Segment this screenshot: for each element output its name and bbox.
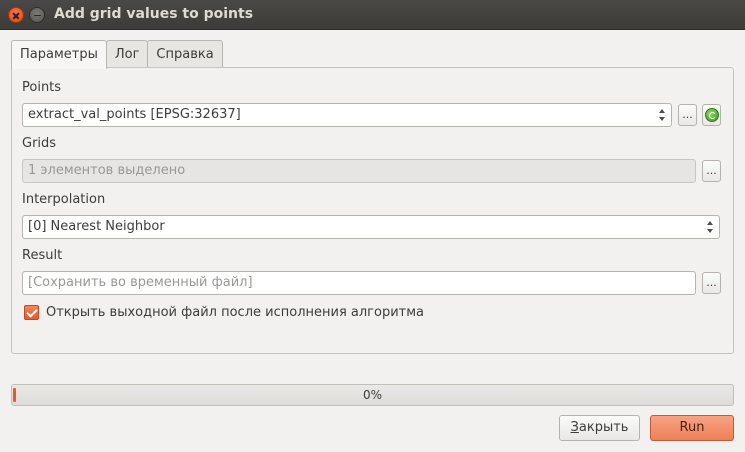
- grids-label: Grids: [22, 136, 57, 151]
- interpolation-combobox[interactable]: [0] Nearest Neighbor: [22, 215, 720, 239]
- combo-arrows-icon: [658, 108, 666, 122]
- tab-bar: Параметры Лог Справка: [11, 40, 223, 69]
- minimize-window-icon[interactable]: [29, 7, 45, 23]
- tab-parameters[interactable]: Параметры: [11, 40, 107, 69]
- iterate-button[interactable]: [702, 104, 721, 126]
- close-button-label: Закрыть: [570, 420, 629, 435]
- progress-text: 0%: [362, 388, 383, 402]
- run-button[interactable]: Run: [650, 415, 734, 441]
- grids-value: 1 элементов выделено: [28, 163, 186, 178]
- combo-arrows-icon: [706, 220, 714, 234]
- result-input[interactable]: [Сохранить во временный файл]: [22, 271, 696, 295]
- interpolation-value: [0] Nearest Neighbor: [28, 219, 165, 234]
- title-bar: Add grid values to points: [0, 0, 745, 30]
- points-label: Points: [22, 80, 62, 95]
- interpolation-label: Interpolation: [22, 192, 106, 207]
- window-title: Add grid values to points: [54, 6, 254, 22]
- tab-log[interactable]: Лог: [105, 40, 149, 68]
- grids-field: 1 элементов выделено: [22, 159, 696, 183]
- run-button-label: Run: [679, 420, 705, 435]
- grids-browse-button[interactable]: ...: [702, 160, 721, 182]
- result-browse-button[interactable]: ...: [702, 272, 721, 294]
- open-output-checkbox[interactable]: [24, 305, 39, 320]
- close-window-icon[interactable]: [8, 7, 24, 23]
- close-button[interactable]: Закрыть: [559, 415, 640, 441]
- tab-help[interactable]: Справка: [147, 40, 223, 68]
- points-browse-button[interactable]: ...: [678, 104, 697, 126]
- points-combobox[interactable]: extract_val_points [EPSG:32637]: [22, 103, 672, 127]
- result-placeholder: [Сохранить во временный файл]: [28, 275, 253, 290]
- iterate-icon: [705, 108, 719, 122]
- result-label: Result: [22, 248, 63, 263]
- points-value: extract_val_points [EPSG:32637]: [28, 107, 241, 122]
- open-output-label[interactable]: Открыть выходной файл после исполнения а…: [46, 305, 424, 320]
- progress-bar: 0%: [11, 384, 734, 406]
